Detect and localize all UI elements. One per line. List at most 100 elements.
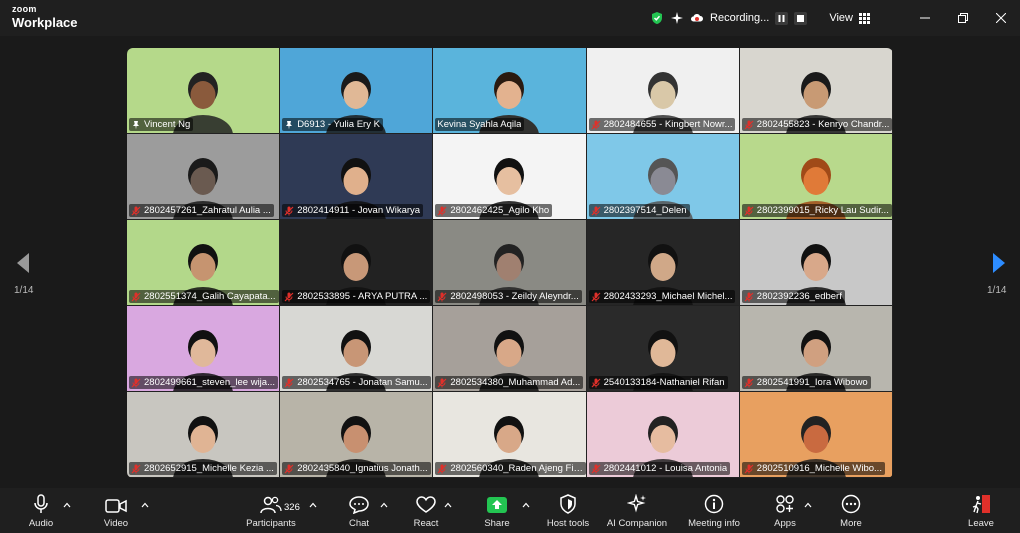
chat-options-chevron-icon[interactable]: [380, 501, 388, 509]
pause-recording-button[interactable]: [775, 11, 789, 25]
participant-name: 2802435840_Ignatius Jonath...: [297, 463, 428, 474]
apps-options-chevron-icon[interactable]: [804, 501, 812, 509]
muted-microphone-icon: [591, 292, 601, 301]
video-options-chevron-icon[interactable]: [141, 501, 149, 509]
participant-tile[interactable]: 2802462425_Agilo Kho: [433, 134, 586, 219]
info-icon: [704, 494, 724, 514]
participant-tile[interactable]: 2802435840_Ignatius Jonath...: [280, 392, 433, 477]
participant-tile[interactable]: 2802397514_Delen: [586, 134, 739, 219]
ai-sparkle-icon: [627, 494, 646, 513]
participant-name-tag: 2802441012 - Louisa Antonia: [588, 462, 731, 475]
participants-count: 326: [284, 502, 300, 513]
apps-icon: [776, 495, 794, 513]
participant-tile[interactable]: 2802541991_Iora Wibowo: [739, 306, 892, 391]
muted-microphone-icon: [131, 464, 141, 473]
previous-page-arrow-icon[interactable]: [14, 252, 34, 274]
share-button[interactable]: Share: [482, 488, 512, 533]
participant-tile[interactable]: 2540133184-Nathaniel Rifan: [586, 306, 739, 391]
more-button[interactable]: More: [836, 488, 866, 533]
react-options-chevron-icon[interactable]: [444, 501, 452, 509]
muted-microphone-icon: [131, 378, 141, 387]
muted-microphone-icon: [437, 206, 447, 215]
microphone-icon: [34, 494, 48, 513]
share-screen-icon: [487, 497, 507, 513]
participant-tile[interactable]: 2802484655 - Kingbert Nowr...: [586, 48, 739, 133]
leave-label: Leave: [968, 518, 994, 529]
participant-name: 2802541991_Iora Wibowo: [756, 377, 868, 388]
host-tools-button[interactable]: Host tools: [542, 488, 594, 533]
participant-tile[interactable]: 2802441012 - Louisa Antonia: [586, 392, 739, 477]
participant-name: 2802551374_Galih Cayapata...: [144, 291, 276, 302]
participant-tile[interactable]: Vincent Ng: [127, 48, 280, 133]
host-tools-label: Host tools: [546, 518, 590, 529]
participant-tile[interactable]: D6913 - Yulia Ery K: [280, 48, 433, 133]
participant-tile[interactable]: 2802414911 - Jovan Wikarya: [280, 134, 433, 219]
minimize-button[interactable]: [906, 0, 944, 36]
participant-tile[interactable]: 2802551374_Galih Cayapata...: [127, 220, 280, 305]
recording-label: Recording...: [710, 12, 770, 24]
audio-button[interactable]: Audio: [24, 488, 58, 533]
close-button[interactable]: [982, 0, 1020, 36]
participants-label: Participants: [246, 518, 296, 529]
apps-button[interactable]: Apps: [770, 488, 800, 533]
muted-microphone-icon: [591, 206, 601, 215]
participant-name: 2540133184-Nathaniel Rifan: [603, 377, 725, 388]
more-dots-icon: [841, 494, 861, 514]
participant-name-tag: 2802462425_Agilo Kho: [435, 204, 553, 217]
participants-icon: [260, 496, 282, 514]
chat-button[interactable]: Chat: [344, 488, 374, 533]
participant-name-tag: 2802414911 - Jovan Wikarya: [282, 204, 424, 217]
participant-tile[interactable]: 2802433293_Michael Michel...: [586, 220, 739, 305]
participant-tile[interactable]: 2802392236_edberf: [739, 220, 892, 305]
participant-name-tag: 2802541991_Iora Wibowo: [741, 376, 871, 389]
participant-tile[interactable]: 2802652915_Michelle Kezia ...: [127, 392, 280, 477]
restore-button[interactable]: [944, 0, 982, 36]
participant-tile[interactable]: 2802560340_Raden Ajeng Fil...: [433, 392, 586, 477]
participant-tile[interactable]: 2802399015_Ricky Lau Sudir...: [739, 134, 892, 219]
video-button[interactable]: Video: [98, 488, 134, 533]
participant-tile[interactable]: 2802498053 - Zeildy Aleyndr...: [433, 220, 586, 305]
recording-indicator: Recording...: [650, 11, 808, 25]
participant-name-tag: 2802484655 - Kingbert Nowr...: [588, 118, 736, 131]
participant-tile[interactable]: Kevina Syahla Aqila: [433, 48, 586, 133]
pin-icon: [286, 120, 293, 129]
participant-tile[interactable]: 2802499661_steven_lee wija...: [127, 306, 280, 391]
meeting-info-button[interactable]: Meeting info: [684, 488, 744, 533]
leave-button[interactable]: Leave: [966, 488, 996, 533]
more-label: More: [840, 518, 862, 529]
react-button[interactable]: React: [410, 488, 442, 533]
participant-name: 2802534380_Muhammad Ad...: [450, 377, 581, 388]
participant-name-tag: 2802534765 - Jonatan Samu...: [282, 376, 431, 389]
pause-icon: [778, 14, 785, 22]
view-button[interactable]: View: [829, 12, 870, 24]
participant-name-tag: 2802498053 - Zeildy Aleyndr...: [435, 290, 582, 303]
audio-options-chevron-icon[interactable]: [63, 501, 71, 509]
muted-microphone-icon: [284, 206, 294, 215]
participant-name-tag: 2802399015_Ricky Lau Sudir...: [741, 204, 892, 217]
pin-icon: [133, 120, 139, 129]
participant-name-tag: 2802534380_Muhammad Ad...: [435, 376, 584, 389]
muted-microphone-icon: [284, 464, 294, 473]
shield-check-icon[interactable]: [650, 11, 664, 25]
participant-tile[interactable]: 2802510916_Michelle Wibo...: [739, 392, 892, 477]
participant-tile[interactable]: 2802457261_Zahratul Aulia ...: [127, 134, 280, 219]
participant-name: Vincent Ng: [144, 119, 191, 130]
participant-name-tag: 2802455823 - Kenryo Chandr...: [741, 118, 892, 131]
video-label: Video: [103, 518, 129, 529]
share-options-chevron-icon[interactable]: [522, 501, 530, 509]
participant-name: 2802462425_Agilo Kho: [450, 205, 550, 216]
sparkle-icon[interactable]: [670, 11, 684, 25]
participant-name: 2802457261_Zahratul Aulia ...: [144, 205, 271, 216]
participant-name: 2802414911 - Jovan Wikarya: [297, 205, 421, 216]
ai-companion-button[interactable]: AI Companion: [604, 488, 670, 533]
next-page-arrow-icon[interactable]: [988, 252, 1008, 274]
participants-options-chevron-icon[interactable]: [309, 501, 317, 509]
brand-workplace: Workplace: [12, 15, 78, 30]
participant-tile[interactable]: 2802534765 - Jonatan Samu...: [280, 306, 433, 391]
view-label: View: [829, 12, 853, 24]
participant-name: D6913 - Yulia Ery K: [297, 119, 380, 130]
stop-recording-button[interactable]: [794, 11, 808, 25]
participant-tile[interactable]: 2802533895 - ARYA PUTRA ...: [280, 220, 433, 305]
participant-tile[interactable]: 2802534380_Muhammad Ad...: [433, 306, 586, 391]
participant-tile[interactable]: 2802455823 - Kenryo Chandr...: [739, 48, 892, 133]
